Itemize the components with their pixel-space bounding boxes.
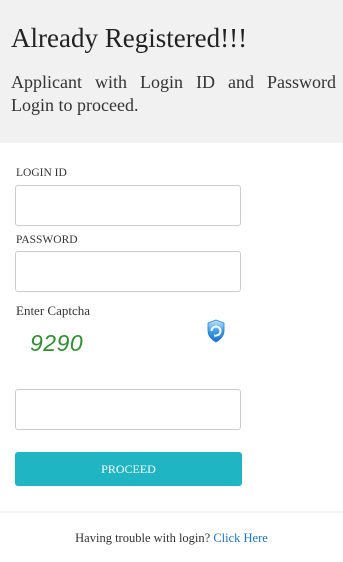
divider bbox=[0, 511, 343, 513]
captcha-image-text: 9290 bbox=[30, 330, 84, 356]
login-help-text: Having trouble with login? bbox=[75, 531, 214, 545]
login-id-input[interactable] bbox=[15, 185, 241, 226]
page-title: Already Registered!!! bbox=[11, 23, 248, 53]
refresh-icon[interactable] bbox=[205, 317, 227, 343]
login-id-label: LOGIN ID bbox=[16, 167, 67, 179]
click-here-link[interactable]: Click Here bbox=[213, 531, 268, 545]
password-input[interactable] bbox=[15, 251, 241, 292]
proceed-button[interactable]: PROCEED bbox=[15, 452, 242, 486]
password-label: PASSWORD bbox=[16, 234, 78, 246]
captcha-input[interactable] bbox=[15, 389, 241, 430]
login-header-panel: Already Registered!!! Applicant with Log… bbox=[0, 0, 343, 143]
captcha-label: Enter Captcha bbox=[16, 303, 90, 318]
login-instructions: Applicant with Login ID and Password Log… bbox=[11, 72, 336, 115]
login-help: Having trouble with login? Click Here bbox=[0, 531, 343, 546]
